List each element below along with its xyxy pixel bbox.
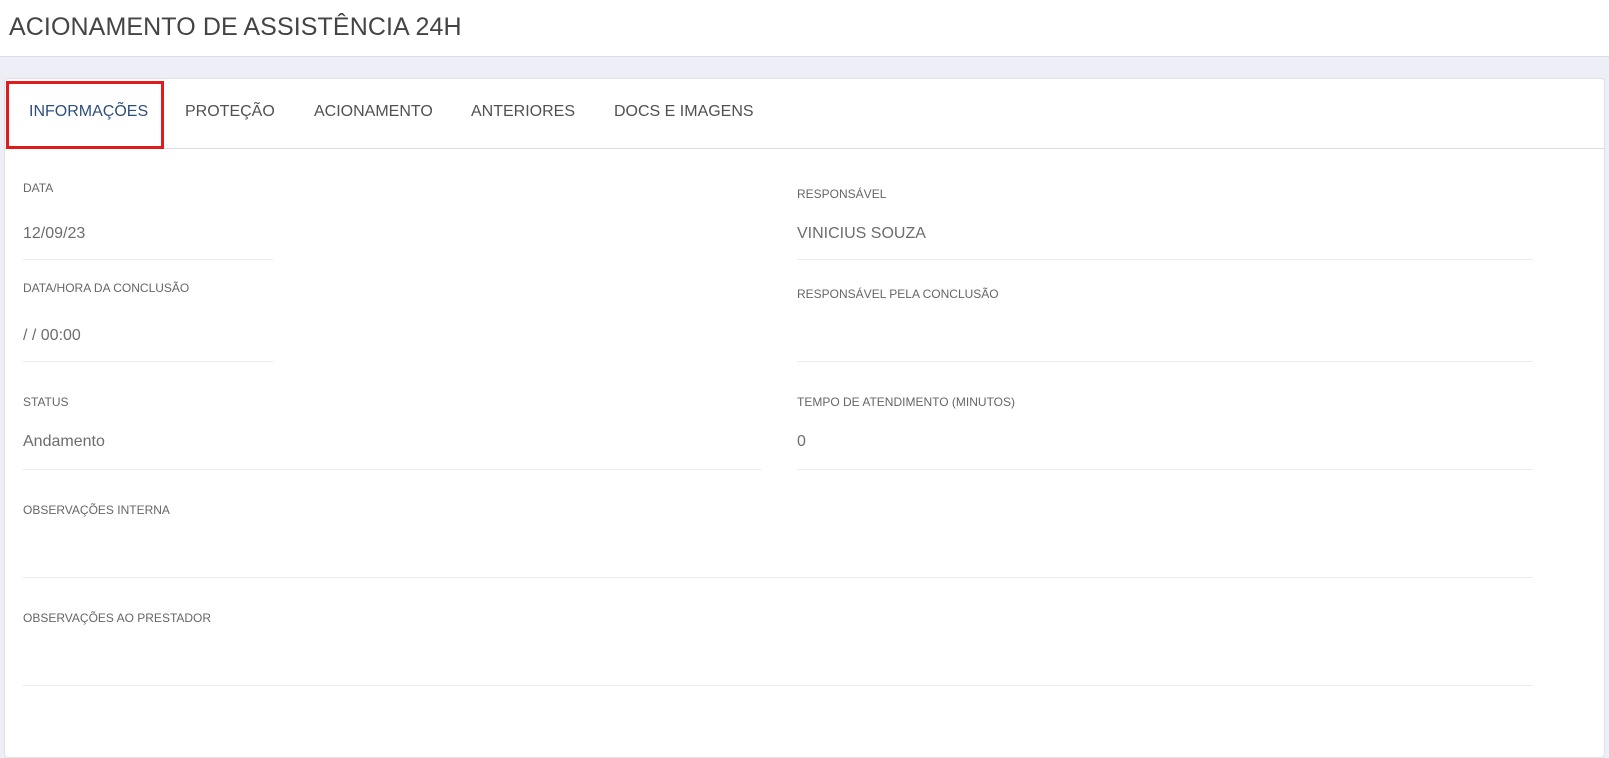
field-data-underline [23,259,273,260]
field-obs-prestador-underline [23,685,1533,686]
field-tempo-atendimento-label: TEMPO DE ATENDIMENTO (MINUTOS) [797,395,1016,409]
field-data-conclusao-value[interactable]: / / 00:00 [23,327,81,345]
field-data-conclusao-label: DATA/HORA DA CONCLUSÃO [23,281,190,295]
field-data: DATA 12/09/23 [23,181,273,261]
field-status-underline [23,469,761,470]
tab-bar: INFORMAÇÕES PROTEÇÃO ACIONAMENTO ANTERIO… [5,79,1604,149]
field-responsavel: RESPONSÁVEL VINICIUS SOUZA [797,187,1533,261]
field-responsavel-underline [797,259,1533,260]
tab-anteriores[interactable]: ANTERIORES [471,79,575,149]
field-obs-interna-label: OBSERVAÇÕES INTERNA [23,503,170,517]
tab-docs-e-imagens[interactable]: DOCS E IMAGENS [614,79,754,149]
field-status: STATUS Andamento [23,395,761,471]
tab-informacoes[interactable]: INFORMAÇÕES [29,79,148,149]
field-tempo-atendimento: TEMPO DE ATENDIMENTO (MINUTOS) 0 [797,395,1533,471]
field-status-value[interactable]: Andamento [23,433,105,451]
field-obs-prestador-label: OBSERVAÇÕES AO PRESTADOR [23,611,212,625]
form-card: INFORMAÇÕES PROTEÇÃO ACIONAMENTO ANTERIO… [4,78,1605,758]
page-header: ACIONAMENTO DE ASSISTÊNCIA 24H [0,0,1609,57]
field-tempo-atendimento-value[interactable]: 0 [797,433,806,451]
field-data-label: DATA [23,181,54,195]
field-obs-interna-underline [23,577,1533,578]
field-responsavel-value[interactable]: VINICIUS SOUZA [797,225,926,243]
field-data-conclusao-underline [23,361,273,362]
field-responsavel-conclusao-label: RESPONSÁVEL PELA CONCLUSÃO [797,287,999,301]
field-responsavel-conclusao: RESPONSÁVEL PELA CONCLUSÃO [797,287,1533,363]
field-data-conclusao: DATA/HORA DA CONCLUSÃO / / 00:00 [23,281,273,363]
field-obs-interna: OBSERVAÇÕES INTERNA [23,503,1533,579]
field-data-value[interactable]: 12/09/23 [23,225,85,243]
field-status-label: STATUS [23,395,69,409]
field-responsavel-label: RESPONSÁVEL [797,187,887,201]
tab-protecao[interactable]: PROTEÇÃO [185,79,275,149]
field-obs-prestador: OBSERVAÇÕES AO PRESTADOR [23,611,1533,687]
field-responsavel-conclusao-underline [797,361,1533,362]
page-title: ACIONAMENTO DE ASSISTÊNCIA 24H [9,13,462,41]
tab-acionamento[interactable]: ACIONAMENTO [314,79,433,149]
field-tempo-atendimento-underline [797,469,1533,470]
